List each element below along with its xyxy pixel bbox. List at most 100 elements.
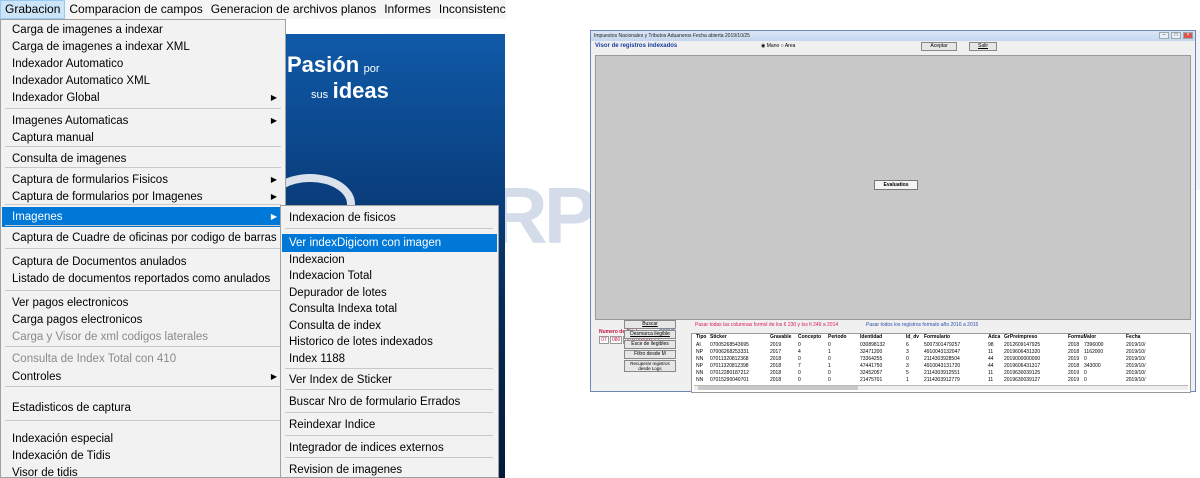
sticker-field-0[interactable]: 07 [599, 336, 609, 344]
table-cell: 0 [828, 342, 831, 348]
table-cell: 47441750 [860, 363, 883, 369]
submenu-item-historico-de-lotes-indexados[interactable]: Historico de lotes indexados [282, 333, 497, 351]
table-cell: NN [696, 377, 704, 383]
table-cell: 4910043132047 [924, 349, 961, 355]
table-cell: 2018 [770, 356, 782, 362]
submenu-item-indexacion-de-fisicos[interactable]: Indexacion de fisicos [282, 209, 497, 227]
table-cell: 2019/10/ [1126, 349, 1146, 355]
table-cell: 0 [906, 356, 909, 362]
menu-separator [5, 167, 281, 168]
table-cell: 2019/10/ [1126, 363, 1146, 369]
menu-item-listado-de-documentos-reportados-como-anulados[interactable]: Listado de documentos reportados como an… [2, 269, 285, 289]
submenu-item-indexacion-total[interactable]: Indexacion Total [282, 267, 497, 285]
radio-mano-icon[interactable]: ◉ [761, 43, 765, 49]
table-cell: 32471200 [860, 349, 883, 355]
table-cell: 07011320812368 [710, 356, 749, 362]
menu-separator [5, 146, 281, 147]
menu-item-indexador-global[interactable]: Indexador Global ▶ [2, 88, 285, 108]
menu-comparacion-de-campos[interactable]: Comparacion de campos [65, 0, 206, 19]
menu-item-label: Carga pagos electronicos [12, 314, 143, 326]
column-header: Gravable [770, 334, 792, 340]
submenu-item-ver-index-de-sticker[interactable]: Ver Index de Sticker [282, 371, 497, 389]
evaluate-button[interactable]: Evaluatios [874, 180, 918, 190]
table-cell: 2019/10/ [1126, 377, 1146, 383]
table-cell: 2019000000000 [1004, 356, 1041, 362]
sticker-field-1[interactable]: 080 [610, 336, 622, 344]
table-cell: 4 [798, 349, 801, 355]
table-cell: 98 [988, 342, 994, 348]
recuperar-registros-desde-logs-button[interactable]: Recuperar registros desde Logs [624, 360, 676, 372]
table-row[interactable]: NN 07012280187212 2018 0 0 32452057 5 211430391… [692, 370, 1190, 377]
radio-area-label[interactable]: Area [785, 43, 796, 49]
menu-item-label: Consulta de Index Total con 410 [12, 353, 177, 365]
table-cell: 0 [798, 370, 801, 376]
column-header: Concepto [798, 334, 822, 340]
horizontal-scrollbar[interactable] [694, 385, 1188, 390]
menu-item-estadisticos-de-captura[interactable]: Estadisticos de captura [2, 398, 285, 418]
window-controls: – □ × [1159, 32, 1193, 39]
table-cell: 2019630039125 [1004, 370, 1041, 376]
desmarca-ilegible-button[interactable]: Desmarca ilegible [624, 330, 676, 339]
menu-item-controles[interactable]: Controles ▶ [2, 367, 285, 387]
table-cell: 2114303912551 [924, 370, 960, 376]
submenu-arrow-icon: ▶ [270, 372, 277, 381]
submenu-item-consulta-indexa-total[interactable]: Consulta Indexa total [282, 300, 497, 318]
menu-bar: Grabacion Comparacion de campos Generacion… [0, 0, 506, 19]
table-row[interactable]: AI 07005268543695 2019 0 0 030898132 6 50073014… [692, 342, 1190, 349]
menu-item-imagenes[interactable]: Imagenes ▶ [2, 207, 285, 227]
menu-item-label: Captura manual [12, 132, 94, 144]
table-cell: 3 [906, 349, 909, 355]
menu-item-visor-de-tidis[interactable]: Visor de tidis [2, 463, 285, 478]
window-title: Impuestos Nacionales y Tributos Aduanero… [594, 33, 750, 39]
table-row[interactable]: NN 07015290040701 2018 0 0 21475701 1 211430391… [692, 377, 1190, 384]
table-cell: NN [696, 356, 704, 362]
menu-item-label: Carga y Visor de xml codigos laterales [12, 331, 209, 343]
records-table: Tipo Sticker Gravable Concepto Periodo Identi… [691, 333, 1191, 393]
maximize-button[interactable]: □ [1171, 32, 1181, 39]
table-cell: 44 [988, 356, 994, 362]
esce-de-ilegibles-button[interactable]: Esce de ilegibles [624, 340, 676, 349]
table-cell: 0 [798, 342, 801, 348]
table-cell: 2019606431320 [1004, 349, 1041, 355]
exit-button[interactable]: Salir [969, 42, 997, 51]
buscar-button[interactable]: Buscar [624, 320, 676, 329]
submenu-item-revision-de-imagenes[interactable]: Revision de imagenes [282, 461, 497, 478]
table-row[interactable]: NN 07011320812368 2018 0 0 73364255 0 211430392… [692, 356, 1190, 363]
submenu-item-buscar-nro-de-formulario-errados[interactable]: Buscar Nro de formulario Errados [282, 393, 497, 411]
column-header: Sticker [710, 334, 727, 340]
table-row[interactable]: NP 07011320812398 2018 7 1 47441750 3 491004313… [692, 363, 1190, 370]
table-cell: 21475701 [860, 377, 883, 383]
menu-item-label: Carga de imagenes a indexar XML [12, 41, 190, 53]
menu-generacion-de-archivos-planos[interactable]: Generacion de archivos planos [207, 0, 380, 19]
table-cell: 030898132 [860, 342, 886, 348]
minimize-button[interactable]: – [1159, 32, 1169, 39]
menu-grabacion[interactable]: Grabacion [0, 0, 66, 19]
menu-item-captura-manual[interactable]: Captura manual [2, 128, 285, 148]
submenu-item-reindexar-indice[interactable]: Reindexar Indice [282, 416, 497, 434]
menu-item-label: Listado de documentos reportados como an… [12, 273, 271, 285]
submenu-item-integrador-de-indices-externos[interactable]: Integrador de indices externos [282, 439, 497, 457]
menu-item-captura-de-cuadre-de-oficinas-por-codigo-de-barras[interactable]: Captura de Cuadre de oficinas por codigo… [2, 228, 285, 248]
accept-button[interactable]: Aceptar [921, 42, 957, 51]
image-preview-area: Evaluatios [595, 55, 1191, 320]
menu-item-label: Imagenes [12, 211, 63, 223]
table-cell: 07015290040701 [710, 377, 749, 383]
radio-mano-label[interactable]: Mano [767, 43, 780, 49]
close-button[interactable]: × [1183, 32, 1193, 39]
table-cell: 11 [988, 370, 994, 376]
submenu-item-ver-indexdigicom-con-imagen[interactable]: Ver indexDigicom con imagen [282, 234, 497, 252]
menu-informes[interactable]: Informes [380, 0, 435, 19]
table-cell: 7396000 [1084, 342, 1104, 348]
menu-item-label: Estadisticos de captura [12, 402, 131, 414]
scrollbar-thumb[interactable] [698, 386, 858, 390]
menu-separator [285, 457, 493, 458]
table-cell: 0 [1084, 356, 1087, 362]
menu-inconsistencias[interactable]: Inconsistencias [435, 0, 506, 19]
menu-separator [5, 420, 281, 421]
submenu-item-index-1188[interactable]: Index 1188 [282, 350, 497, 368]
radio-area-icon[interactable]: ○ [781, 43, 784, 49]
filtro-desde-m-button[interactable]: Filtro desde M [624, 350, 676, 359]
table-cell: 2019/10/ [1126, 342, 1146, 348]
menu-item-consulta-de-imagenes[interactable]: Consulta de imagenes [2, 149, 285, 169]
table-row[interactable]: NP 07006268253331 2017 4 1 32471200 3 491004313… [692, 349, 1190, 356]
